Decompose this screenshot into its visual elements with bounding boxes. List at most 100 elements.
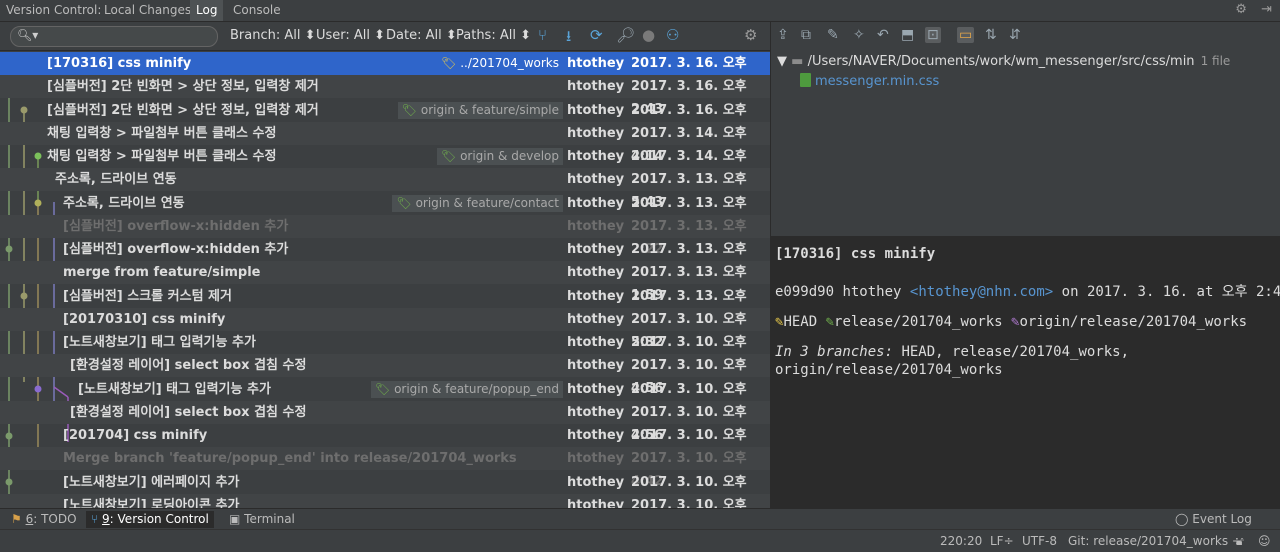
gear-icon[interactable]: ⚙ [1235,2,1247,17]
event-log-icon: ◯ [1175,512,1189,526]
file-encoding[interactable]: UTF-8 [1022,534,1057,548]
edit-icon[interactable]: ✎ [827,27,839,43]
tab-console[interactable]: Console [227,0,287,21]
hide-icon[interactable]: ⇥ [1261,2,1272,17]
commit-author: htothey [567,195,625,211]
revert-icon[interactable]: ↶ [877,27,889,43]
expand-arrow-icon[interactable]: ▼ [777,54,787,69]
ref-origin: origin/release/201704_works [1019,314,1248,330]
tag-icon: 🏷︎ [396,195,412,210]
search-input[interactable]: 🔍︎▾ [10,26,218,47]
table-row[interactable]: [201704] css minify htothey 2017. 3. 10. 오… [0,424,770,466]
table-row[interactable]: [심플버전] 2단 빈화면 > 상단 정보, 입력창 제거 🏷︎ origin & … [0,99,770,141]
ref-text: origin & feature/simple [420,102,559,117]
collapse-all-icon[interactable]: ⇵ [1009,27,1021,43]
commit-subject: [170316] css minify [47,56,192,71]
settings-icon[interactable]: ⚙ [744,26,757,44]
table-row[interactable]: Merge branch 'feature/popup_end' into re… [0,447,770,489]
event-log-button[interactable]: ◯ Event Log [1170,511,1257,528]
commit-author: htothey [567,218,625,234]
cherry-pick-icon[interactable]: ● [642,26,655,44]
on-label: on [1061,284,1079,300]
commit-author: htothey [567,451,625,467]
status-bar: 220:20 LF÷ UTF-8 Git: release/201704_wor… [0,529,1280,552]
branch-ref-label: 🏷︎ ../201704_works [437,55,563,72]
paths-filter[interactable]: Paths: All ⬍ [456,28,531,43]
table-row[interactable]: [환경설정 레이어] select box 겹침 수정 htothey 2017. … [0,400,770,443]
commit-icon[interactable]: ⇪ [777,27,789,43]
commit-refs: ✎HEAD ✎release/201704_works ✎origin/rele… [775,314,1247,330]
ref-text: origin & develop [460,149,559,163]
tab-log[interactable]: Log [190,0,224,21]
tab-local-changes[interactable]: Local Changes [98,0,197,21]
search-icon: 🔍︎▾ [17,28,39,42]
table-row[interactable]: merge from feature/simple htothey 2017. 3.… [0,261,770,303]
commit-author: htothey [567,79,625,95]
todo-button[interactable]: ⚑ 6: TODO [6,511,82,528]
shelve-icon[interactable]: ⬒ [901,27,914,43]
changed-files-tree: ▼ ▬ /Users/NAVER/Documents/work/wm_messe… [771,50,1280,236]
commit-author: htothey [567,311,625,327]
lock-icon[interactable]: 🔓︎ [1236,534,1244,549]
table-row[interactable]: 채팅 입력창 > 파일첨부 버튼 클래스 수정 🏷︎ origin & develo… [0,145,770,187]
preview-icon[interactable]: ⊡ [925,27,941,43]
table-row[interactable]: 채팅 입력창 > 파일첨부 버튼 클래스 수정 htothey 2017. 3. 1… [0,121,770,164]
commit-author: htothey [567,56,625,71]
commit-author: htothey [567,428,625,443]
table-row[interactable]: [심플버전] overflow-x:hidden 추가 htothey 2017. … [0,214,770,257]
branch-filter[interactable]: Branch: All ⬍ [230,28,316,43]
magic-icon[interactable]: ✧ [853,27,865,43]
user-filter[interactable]: User: All ⬍ [316,28,385,43]
table-row[interactable]: [노트새창보기] 태그 입력기능 추가 🏷︎ origin & feature/po… [0,378,770,420]
table-row[interactable]: [노트새창보기] 로딩아이콘 추가 htothey 2017. 3. 10. 오후 … [0,493,770,508]
commit-subject: 주소록, 드라이브 연동 [63,195,185,211]
changed-file[interactable]: messenger.min.css [815,74,939,89]
branches-icon[interactable]: ⚇ [666,26,679,44]
copy-icon[interactable]: ⧉ [801,27,811,43]
table-row[interactable]: [심플버전] 2단 빈화면 > 상단 정보, 입력창 제거 htothey 2017… [0,75,770,117]
table-row[interactable]: [환경설정 레이어] select box 겹침 수정 htothey 2017. … [0,354,770,396]
table-row[interactable]: [170316] css minify 🏷︎ ../201704_works htot… [0,52,770,94]
commit-author: htothey [567,381,625,397]
commit-subject: 주소록, 드라이브 연동 [55,172,177,188]
commit-subject: [20170310] css minify [63,311,226,327]
version-control-button[interactable]: ⑂ 9: Version Control [86,511,214,528]
caret-position[interactable]: 220:20 [940,534,982,548]
group-by-directory-icon[interactable]: ▭ [957,27,975,43]
table-row[interactable]: [20170310] css minify htothey 2017. 3. 10.… [0,307,770,350]
refresh-icon[interactable]: ⟳ [590,26,603,44]
table-row[interactable]: [심플버전] overflow-x:hidden 추가 htothey 2017. … [0,238,770,280]
graph-options-icon[interactable]: ⑂ [538,26,547,44]
commit-author: htothey [567,358,625,374]
line-separator[interactable]: LF÷ [990,534,1014,548]
changes-toolbar: ⇪ ⧉ ✎ ✧ ↶ ⬒ ⊡ ▭ ⇅ ⇵ [771,22,1280,50]
commit-subject: [환경설정 레이어] select box 겹침 수정 [70,404,307,420]
go-to-head-icon[interactable]: ⭳ [566,26,571,51]
inspector-icon[interactable]: ☺ [1258,534,1271,548]
table-row[interactable]: [노트새창보기] 에러페이지 추가 htothey 2017. 3. 10. 오후 … [0,471,770,509]
date-filter[interactable]: Date: All ⬍ [386,28,457,43]
ref-text: ../201704_works [460,56,559,70]
terminal-button[interactable]: ▣ Terminal [224,511,300,528]
author-email-link[interactable]: <htothey@nhn.com> [910,284,1053,300]
commit-author: htothey [567,335,625,350]
commit-author: htothey [567,172,625,188]
table-row[interactable]: 주소록, 드라이브 연동 🏷︎ origin & feature/contact ht… [0,192,770,234]
commit-author: htothey [567,474,625,490]
table-row[interactable]: 주소록, 드라이브 연동 htothey 2017. 3. 13. 오후 5:43 [0,168,770,210]
commit-author: htothey [567,149,625,164]
commit-meta: e099d90 htothey <htothey@nhn.com> on 201… [775,281,1280,301]
table-row[interactable]: [노트새창보기] 태그 입력기능 추가 htothey 2017. 3. 10. 오… [0,331,770,373]
expand-all-icon[interactable]: ⇅ [985,27,997,43]
commit-subject: [노트새창보기] 에러페이지 추가 [63,474,240,490]
branch-ref-label: 🏷︎ origin & feature/simple [397,101,563,119]
tag-icon: 🏷︎ [440,56,457,70]
table-row[interactable]: [심플버전] 스크롤 커스텀 제거 htothey 2017. 3. 13. 오후 … [0,285,770,327]
tag-icon: ✎ [825,314,835,330]
commit-subject: [심플버전] 스크롤 커스텀 제거 [63,288,232,304]
commit-log-table: [170316] css minify 🏷︎ ../201704_works htot… [0,52,770,508]
git-branch[interactable]: Git: release/201704_works ÷ [1068,534,1242,548]
branches-list: HEAD, release/201704_works, [901,344,1130,360]
changed-directory[interactable]: ▼ ▬ /Users/NAVER/Documents/work/wm_messe… [777,54,1230,69]
find-icon[interactable]: 🔎︎ [616,26,635,44]
